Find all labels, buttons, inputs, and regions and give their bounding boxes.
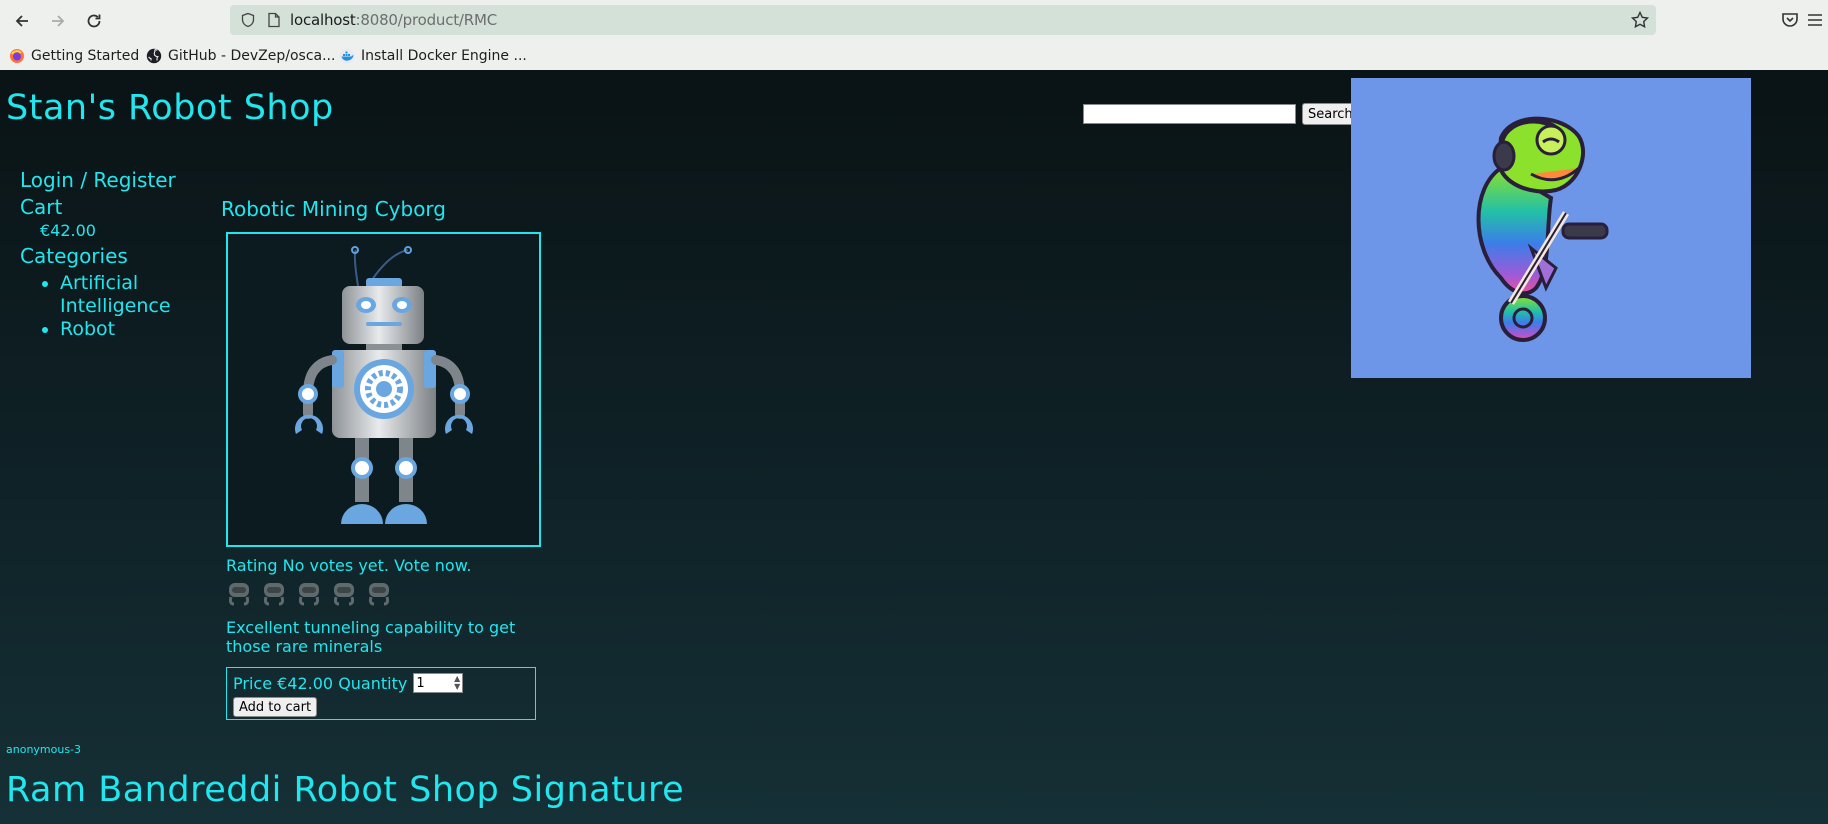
vote-robot-icon-1[interactable] [226, 580, 252, 606]
robot-icon [295, 246, 473, 524]
address-bar[interactable]: localhost:8080/product/RMC [230, 5, 1656, 35]
product-title: Robotic Mining Cyborg [221, 197, 446, 221]
docker-icon [339, 48, 355, 64]
page-content: Stan's Robot Shop Search Login / Registe… [0, 70, 1828, 824]
category-item-robot[interactable]: Robot [60, 318, 190, 341]
browser-toolbar: localhost:8080/product/RMC [0, 0, 1828, 41]
site-title[interactable]: Stan's Robot Shop [6, 88, 334, 128]
price-row: Price €42.00 Quantity 1 ▲ ▼ [233, 673, 464, 693]
bookmarks-bar: Getting Started GitHub - DevZep/osca... … [0, 41, 1828, 71]
quantity-value[interactable]: 1 [416, 676, 424, 691]
bookmark-getting-started[interactable]: Getting Started [9, 46, 139, 66]
url-text[interactable]: localhost:8080/product/RMC [290, 11, 497, 29]
firefox-icon [10, 49, 24, 63]
signature-heading: Ram Bandreddi Robot Shop Signature [6, 770, 685, 810]
vote-robot-icon-5[interactable] [366, 580, 392, 606]
product-image [226, 232, 541, 547]
reload-icon[interactable] [82, 9, 106, 33]
cart-total: €42.00 [40, 221, 96, 240]
hamburger-menu-icon[interactable] [1805, 10, 1825, 30]
rating-text: Rating No votes yet. Vote now. [226, 556, 472, 575]
stepper-arrows-icon[interactable]: ▲ ▼ [454, 675, 460, 691]
vote-robot-icon-2[interactable] [261, 580, 287, 606]
vote-robot-icon-3[interactable] [296, 580, 322, 606]
bookmark-docker[interactable]: Install Docker Engine ... [339, 46, 527, 66]
search-input[interactable] [1083, 104, 1296, 124]
forward-icon[interactable] [46, 9, 70, 33]
github-icon [146, 48, 162, 64]
category-item-artificial-intelligence[interactable]: Artificial Intelligence [60, 272, 190, 318]
page-icon [268, 12, 280, 28]
vote-icons [226, 580, 392, 606]
chameleon-icon [1476, 116, 1609, 342]
quantity-stepper[interactable]: 1 ▲ ▼ [413, 673, 464, 693]
shield-icon[interactable] [240, 12, 256, 28]
sidebar: Login / Register Cart €42.00 Categories … [20, 168, 190, 341]
product-description: Excellent tunneling capability to get th… [226, 618, 516, 656]
bookmark-github[interactable]: GitHub - DevZep/osca... [146, 46, 335, 66]
cart-link[interactable]: Cart [20, 195, 190, 219]
bookmark-star-icon[interactable] [1630, 10, 1650, 30]
vote-robot-icon-4[interactable] [331, 580, 357, 606]
back-icon[interactable] [10, 9, 34, 33]
pocket-icon[interactable] [1780, 10, 1800, 30]
search-form: Search [1083, 103, 1359, 125]
mascot-image [1351, 78, 1751, 378]
login-register-link[interactable]: Login / Register [20, 168, 190, 192]
add-to-cart-button[interactable]: Add to cart [233, 697, 318, 717]
categories-heading: Categories [20, 244, 128, 268]
user-label: anonymous-3 [6, 743, 82, 756]
category-list: Artificial Intelligence Robot [20, 272, 190, 341]
price-quantity-label: Price €42.00 Quantity [233, 673, 408, 693]
purchase-box: Price €42.00 Quantity 1 ▲ ▼ Add to cart [226, 667, 536, 720]
